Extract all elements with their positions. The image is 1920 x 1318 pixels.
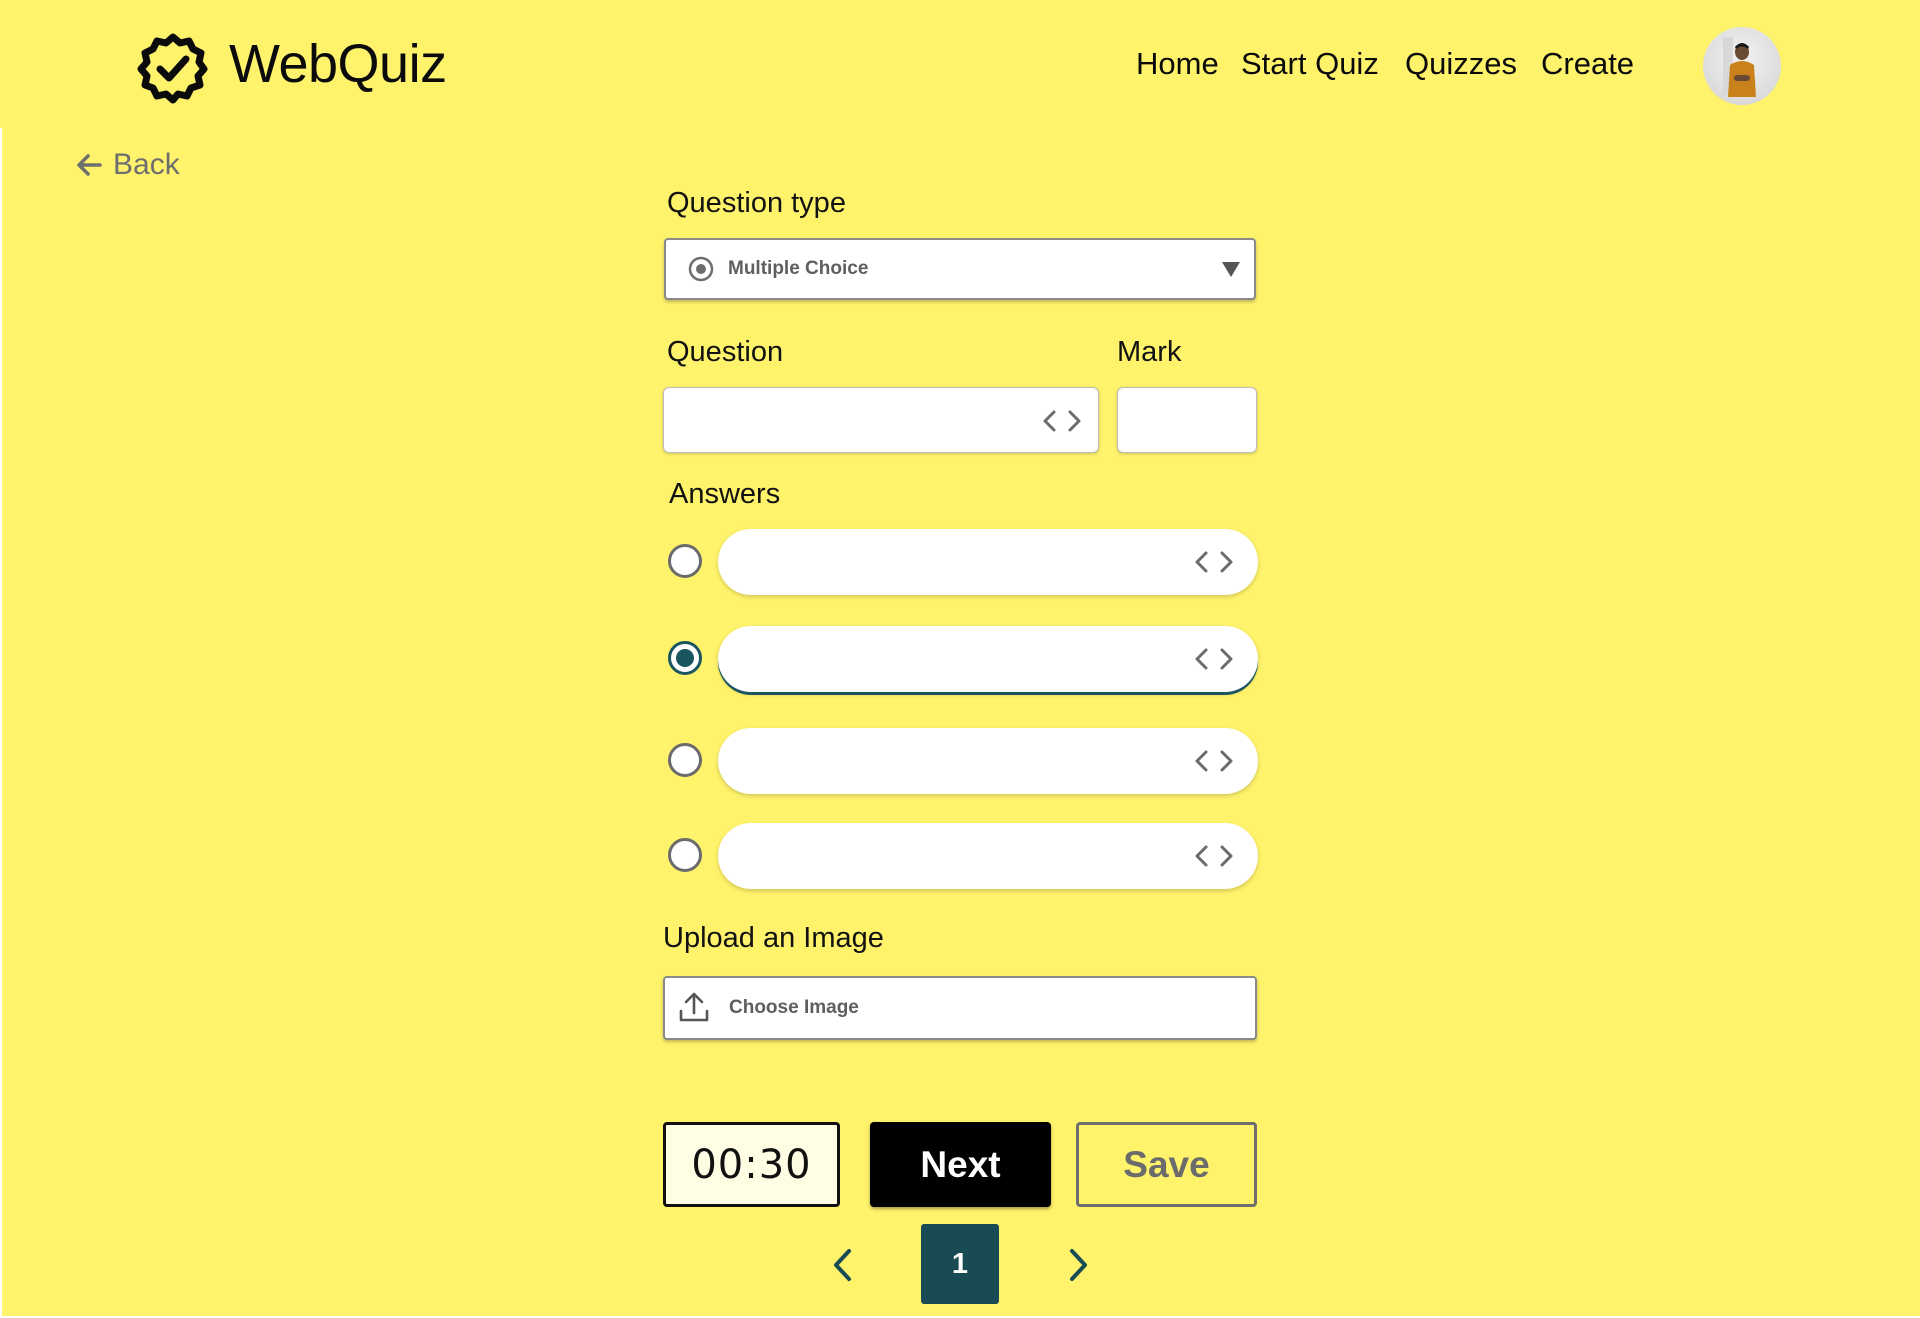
badge-check-icon	[137, 33, 208, 104]
question-input[interactable]	[663, 387, 1099, 453]
mark-input[interactable]	[1117, 387, 1257, 453]
question-label: Question	[667, 336, 784, 368]
answer-1-radio[interactable]	[668, 544, 702, 578]
answer-2-input[interactable]	[718, 626, 1258, 692]
code-icon[interactable]	[1194, 646, 1234, 672]
answers-label: Answers	[669, 478, 781, 510]
code-icon[interactable]	[1194, 748, 1234, 774]
answer-3-input[interactable]	[718, 728, 1258, 794]
answer-3-radio[interactable]	[668, 743, 702, 777]
question-type-select[interactable]: Multiple Choice	[664, 238, 1256, 300]
answer-1-input[interactable]	[718, 529, 1258, 595]
chevron-right-icon[interactable]	[1064, 1245, 1094, 1285]
nav-create[interactable]: Create	[1541, 44, 1634, 84]
back-label: Back	[113, 148, 180, 181]
radio-button-icon	[688, 256, 714, 282]
answer-2-radio[interactable]	[668, 641, 702, 675]
code-icon[interactable]	[1194, 549, 1234, 575]
mark-label: Mark	[1117, 336, 1182, 368]
brand-title[interactable]: WebQuiz	[229, 32, 447, 96]
next-button[interactable]: Next	[870, 1122, 1051, 1207]
chevron-left-icon[interactable]	[827, 1245, 857, 1285]
user-avatar[interactable]	[1703, 27, 1781, 105]
question-type-label: Question type	[667, 187, 846, 219]
content-edge	[0, 128, 2, 1318]
answer-4-radio[interactable]	[668, 838, 702, 872]
save-button[interactable]: Save	[1076, 1122, 1257, 1207]
nav-start-quiz[interactable]: Start Quiz	[1241, 44, 1379, 84]
upload-label: Upload an Image	[663, 922, 884, 954]
question-type-value: Multiple Choice	[728, 258, 869, 279]
code-icon[interactable]	[1042, 408, 1082, 434]
timer-input[interactable]: 00:30	[663, 1122, 840, 1207]
nav-quizzes[interactable]: Quizzes	[1405, 44, 1517, 84]
nav-home[interactable]: Home	[1136, 44, 1219, 84]
chevron-down-icon	[1222, 262, 1240, 277]
upload-icon	[679, 992, 709, 1022]
answer-4-input[interactable]	[718, 823, 1258, 889]
back-link[interactable]: Back	[75, 147, 180, 183]
choose-image-label: Choose Image	[729, 997, 859, 1018]
code-icon[interactable]	[1194, 843, 1234, 869]
arrow-left-icon	[77, 154, 102, 176]
person-icon	[1723, 37, 1756, 97]
page-number-current[interactable]: 1	[921, 1224, 999, 1304]
choose-image-button[interactable]: Choose Image	[663, 976, 1257, 1040]
